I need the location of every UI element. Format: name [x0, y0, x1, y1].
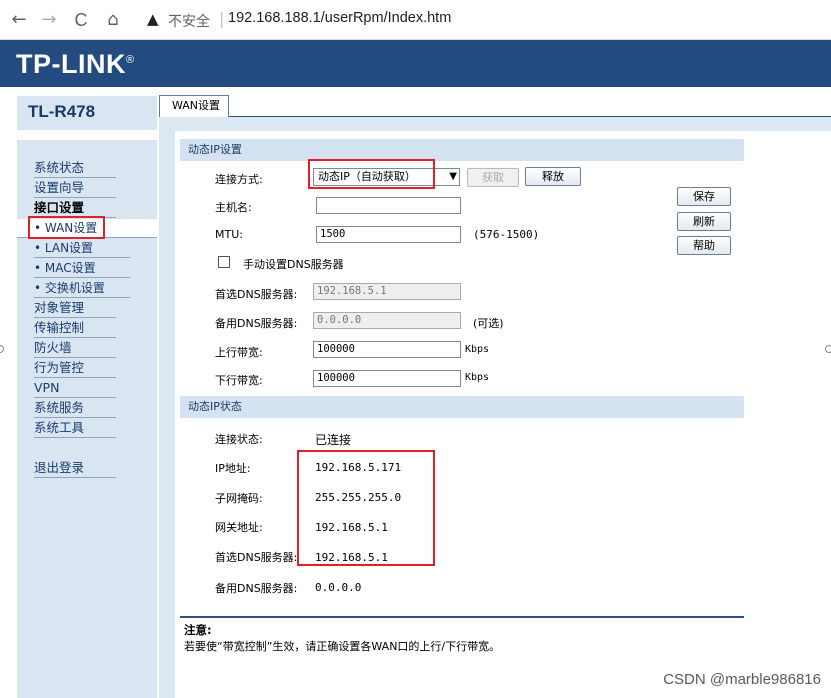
notice-text: 若要使“带宽控制”生效，请正确设置各WAN口的上行/下行带宽。: [184, 640, 501, 653]
upstream-bandwidth-label: 上行带宽:: [215, 346, 263, 359]
release-button[interactable]: 释放: [525, 167, 581, 186]
obtain-button[interactable]: 获取: [467, 168, 519, 187]
sidebar-item-vpn[interactable]: VPN: [34, 379, 116, 398]
sidebar-item-lan[interactable]: • LAN设置: [34, 239, 130, 258]
header-banner: TP-LINK®: [0, 40, 831, 87]
status-highlight-box: [297, 450, 435, 566]
gateway-label: 网关地址:: [215, 521, 263, 534]
watermark: CSDN @marble986816: [663, 671, 821, 688]
status-secondary-dns-label: 备用DNS服务器:: [215, 582, 298, 595]
optional-hint: (可选): [473, 317, 504, 330]
status-secondary-dns-value: 0.0.0.0: [315, 581, 362, 594]
model-panel: TL-R478: [17, 96, 157, 130]
chevron-down-icon: ▼: [449, 171, 457, 182]
primary-dns-input[interactable]: 192.168.5.1: [313, 283, 461, 300]
status-primary-dns-label: 首选DNS服务器:: [215, 551, 298, 564]
sidebar-item-system-tools[interactable]: 系统工具: [34, 419, 116, 438]
sidebar-item-mac[interactable]: • MAC设置: [34, 259, 130, 278]
home-icon[interactable]: ⌂: [102, 9, 124, 31]
sidebar-item-switch[interactable]: • 交换机设置: [34, 279, 130, 298]
forward-arrow-icon[interactable]: →: [38, 9, 60, 31]
sidebar-item-firewall[interactable]: 防火墙: [34, 339, 116, 358]
secondary-dns-input[interactable]: 0.0.0.0: [313, 312, 461, 329]
reload-icon[interactable]: C: [70, 9, 92, 31]
security-status[interactable]: 不安全: [168, 11, 210, 31]
wan-highlight-box: [28, 216, 105, 239]
notice-title: 注意:: [184, 623, 212, 637]
downstream-unit: Kbps: [465, 372, 490, 383]
secondary-dns-label: 备用DNS服务器:: [215, 317, 298, 330]
warning-icon[interactable]: ▲: [147, 10, 159, 28]
connection-status-value: 已连接: [315, 433, 352, 447]
save-button[interactable]: 保存: [677, 187, 731, 206]
sidebar-item-objects[interactable]: 对象管理: [34, 299, 116, 318]
downstream-bandwidth-input[interactable]: 100000: [313, 370, 461, 387]
help-button[interactable]: 帮助: [677, 236, 731, 255]
connection-type-label: 连接方式:: [215, 173, 263, 186]
sidebar-item-logout[interactable]: 退出登录: [34, 459, 116, 478]
connection-highlight-box: [308, 159, 435, 189]
hostname-label: 主机名:: [215, 201, 252, 214]
resize-handle-left[interactable]: [0, 345, 4, 353]
back-arrow-icon[interactable]: ←: [8, 9, 30, 31]
upstream-bandwidth-input[interactable]: 100000: [313, 341, 461, 358]
sidebar-item-setup-wizard[interactable]: 设置向导: [34, 179, 116, 198]
mtu-input[interactable]: 1500: [316, 226, 461, 243]
sidebar-item-behavior-control[interactable]: 行为管控: [34, 359, 116, 378]
dynamic-ip-settings-header: 动态IP设置: [180, 139, 744, 161]
address-bar[interactable]: 192.168.188.1/userRpm/Index.htm: [228, 10, 451, 26]
tp-link-logo: TP-LINK®: [16, 49, 135, 79]
upstream-unit: Kbps: [465, 344, 490, 355]
model-name: TL-R478: [28, 102, 96, 121]
tab-wan-settings[interactable]: WAN设置: [159, 95, 229, 117]
hostname-input[interactable]: [316, 197, 461, 214]
refresh-button[interactable]: 刷新: [677, 212, 731, 231]
browser-toolbar: ← → C ⌂ ▲ 不安全 | 192.168.188.1/userRpm/In…: [0, 0, 831, 40]
mtu-range-hint: (576-1500): [473, 228, 540, 241]
resize-handle-right[interactable]: [825, 345, 831, 353]
primary-dns-label: 首选DNS服务器:: [215, 288, 298, 301]
notice-divider: [180, 616, 744, 618]
sidebar-item-system-services[interactable]: 系统服务: [34, 399, 116, 418]
manual-dns-checkbox[interactable]: [218, 256, 230, 268]
url-separator: |: [219, 9, 225, 28]
subnet-mask-label: 子网掩码:: [215, 492, 263, 505]
sidebar-item-transfer-control[interactable]: 传输控制: [34, 319, 116, 338]
connection-status-label: 连接状态:: [215, 433, 263, 446]
mtu-label: MTU:: [215, 228, 243, 241]
ip-address-label: IP地址:: [215, 462, 251, 475]
sidebar-item-system-status[interactable]: 系统状态: [34, 159, 116, 178]
dynamic-ip-status-header: 动态IP状态: [180, 396, 744, 418]
tab-divider: [229, 116, 831, 117]
downstream-bandwidth-label: 下行带宽:: [215, 374, 263, 387]
manual-dns-label: 手动设置DNS服务器: [243, 258, 344, 271]
